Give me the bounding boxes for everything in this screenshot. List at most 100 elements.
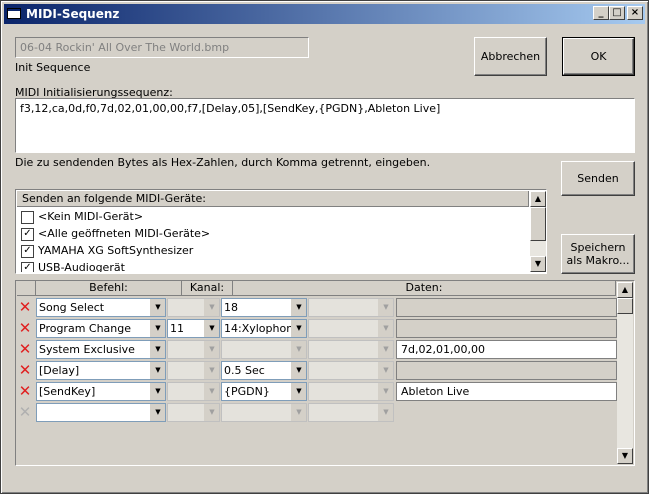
param2-select[interactable]: ▼ [308, 319, 394, 338]
delete-row-icon[interactable]: ✕ [17, 382, 33, 401]
command-select[interactable]: [SendKey] ▼ [36, 382, 166, 401]
ok-button[interactable]: OK [562, 37, 635, 76]
grid-header-channel: Kanal: [182, 281, 233, 296]
device-label: <Alle geöffneten MIDI-Geräte> [38, 227, 211, 240]
command-grid: Befehl: Kanal: Daten: ✕ Song Select ▼ ▼ 1… [15, 280, 635, 466]
dropdown-arrow-icon: ▼ [150, 404, 165, 421]
dropdown-arrow-icon: ▼ [204, 341, 219, 358]
maximize-button[interactable]: □ [609, 6, 625, 20]
delete-row-icon[interactable]: ✕ [17, 361, 33, 380]
device-list-scrollbar[interactable]: ▲ ▼ [530, 191, 546, 272]
init-file-value: 06-04 Rockin' All Over The World.bmp [20, 41, 230, 54]
dropdown-arrow-icon: ▼ [291, 404, 306, 421]
device-label: YAMAHA XG SoftSynthesizer [38, 244, 194, 257]
device-list-header-label: Senden an folgende MIDI-Geräte: [22, 192, 206, 205]
param1-select[interactable]: 18 ▼ [221, 298, 307, 317]
dropdown-arrow-icon: ▼ [204, 299, 219, 316]
dropdown-arrow-icon: ▼ [150, 320, 165, 337]
grid-scrollbar[interactable]: ▲ ▼ [617, 282, 633, 464]
data-cell[interactable] [396, 298, 617, 317]
scroll-up-arrow-icon[interactable]: ▲ [617, 282, 633, 298]
device-checkbox[interactable]: ✓ [21, 227, 34, 241]
data-cell[interactable]: Ableton Live [396, 382, 617, 401]
dropdown-arrow-icon: ▼ [291, 320, 306, 337]
scroll-down-arrow-icon[interactable]: ▼ [530, 256, 546, 272]
init-sequence-label: Init Sequence [15, 61, 91, 74]
dropdown-arrow-icon: ▼ [291, 299, 306, 316]
window-icon [7, 8, 21, 19]
command-select[interactable]: [Delay] ▼ [36, 361, 166, 380]
scroll-down-arrow-icon[interactable]: ▼ [617, 448, 633, 464]
dropdown-arrow-icon: ▼ [291, 362, 306, 379]
device-list-header: Senden an folgende MIDI-Geräte: [17, 191, 529, 207]
param1-select[interactable]: ▼ [221, 403, 307, 422]
device-label: <Kein MIDI-Gerät> [38, 210, 144, 223]
device-label: USB-Audiogerät [38, 261, 125, 272]
grid-corner [17, 281, 36, 296]
dropdown-arrow-icon: ▼ [378, 341, 393, 358]
dropdown-arrow-icon: ▼ [378, 362, 393, 379]
device-checkbox[interactable]: ✓ [21, 244, 34, 258]
param1-select[interactable]: 14:Xylophone▼ [221, 319, 307, 338]
close-button[interactable]: × [627, 6, 643, 20]
save-macro-button[interactable]: Speichern als Makro... [561, 234, 635, 274]
scroll-up-arrow-icon[interactable]: ▲ [530, 191, 546, 207]
grid-header-command: Befehl: [36, 281, 182, 296]
command-select[interactable]: Song Select ▼ [36, 298, 166, 317]
param1-select[interactable]: ▼ [221, 340, 307, 359]
device-checkbox[interactable]: ✓ [21, 261, 34, 272]
dropdown-arrow-icon: ▼ [204, 320, 219, 337]
param1-select[interactable]: {PGDN} ▼ [221, 382, 307, 401]
dropdown-arrow-icon: ▼ [150, 383, 165, 400]
dropdown-arrow-icon: ▼ [378, 299, 393, 316]
data-cell[interactable] [396, 361, 617, 380]
channel-select[interactable]: ▼ [167, 298, 220, 317]
dropdown-arrow-icon: ▼ [291, 383, 306, 400]
dropdown-arrow-icon: ▼ [378, 383, 393, 400]
command-select[interactable]: Program Change ▼ [36, 319, 166, 338]
dropdown-arrow-icon: ▼ [204, 404, 219, 421]
param2-select[interactable]: ▼ [308, 361, 394, 380]
data-cell[interactable] [396, 319, 617, 338]
device-item[interactable]: ✓ <Alle geöffneten MIDI-Geräte> [21, 227, 210, 244]
channel-select[interactable]: ▼ [167, 403, 220, 422]
param2-select[interactable]: ▼ [308, 382, 394, 401]
dropdown-arrow-icon: ▼ [150, 362, 165, 379]
minimize-button[interactable]: _ [593, 6, 609, 20]
data-cell[interactable]: 7d,02,01,00,00 [396, 340, 617, 359]
scroll-thumb[interactable] [530, 207, 546, 241]
delete-row-icon[interactable]: ✕ [17, 403, 33, 422]
send-button[interactable]: Senden [561, 161, 635, 196]
device-item[interactable]: ✓ USB-Audiogerät [21, 261, 125, 272]
param2-select[interactable]: ▼ [308, 298, 394, 317]
param2-select[interactable]: ▼ [308, 403, 394, 422]
param2-select[interactable]: ▼ [308, 340, 394, 359]
dropdown-arrow-icon: ▼ [378, 404, 393, 421]
delete-row-icon[interactable]: ✕ [17, 298, 33, 317]
device-item[interactable]: ✓ YAMAHA XG SoftSynthesizer [21, 244, 193, 261]
command-select[interactable]: System Exclusive ▼ [36, 340, 166, 359]
delete-row-icon[interactable]: ✕ [17, 340, 33, 359]
sequence-hint: Die zu sendenden Bytes als Hex-Zahlen, d… [15, 156, 431, 169]
dropdown-arrow-icon: ▼ [378, 320, 393, 337]
channel-select[interactable]: ▼ [167, 382, 220, 401]
scroll-thumb[interactable] [617, 298, 633, 314]
cancel-button[interactable]: Abbrechen [474, 37, 547, 76]
window-title: MIDI-Sequenz [26, 7, 120, 21]
device-checkbox[interactable] [21, 210, 34, 224]
dropdown-arrow-icon: ▼ [150, 299, 165, 316]
delete-row-icon[interactable]: ✕ [17, 319, 33, 338]
sequence-textarea[interactable]: f3,12,ca,0d,f0,7d,02,01,00,00,f7,[Delay,… [15, 98, 635, 153]
command-select[interactable]: ▼ [36, 403, 166, 422]
grid-header-data: Daten: [233, 281, 616, 296]
param1-select[interactable]: 0.5 Sec ▼ [221, 361, 307, 380]
channel-select[interactable]: ▼ [167, 361, 220, 380]
device-item[interactable]: <Kein MIDI-Gerät> [21, 210, 143, 227]
init-file-field[interactable]: 06-04 Rockin' All Over The World.bmp [15, 37, 309, 58]
channel-select[interactable]: ▼ [167, 340, 220, 359]
channel-select[interactable]: 11 ▼ [167, 319, 220, 338]
dropdown-arrow-icon: ▼ [204, 362, 219, 379]
sequence-value: f3,12,ca,0d,f0,7d,02,01,00,00,f7,[Delay,… [20, 102, 441, 115]
dropdown-arrow-icon: ▼ [291, 341, 306, 358]
dropdown-arrow-icon: ▼ [150, 341, 165, 358]
